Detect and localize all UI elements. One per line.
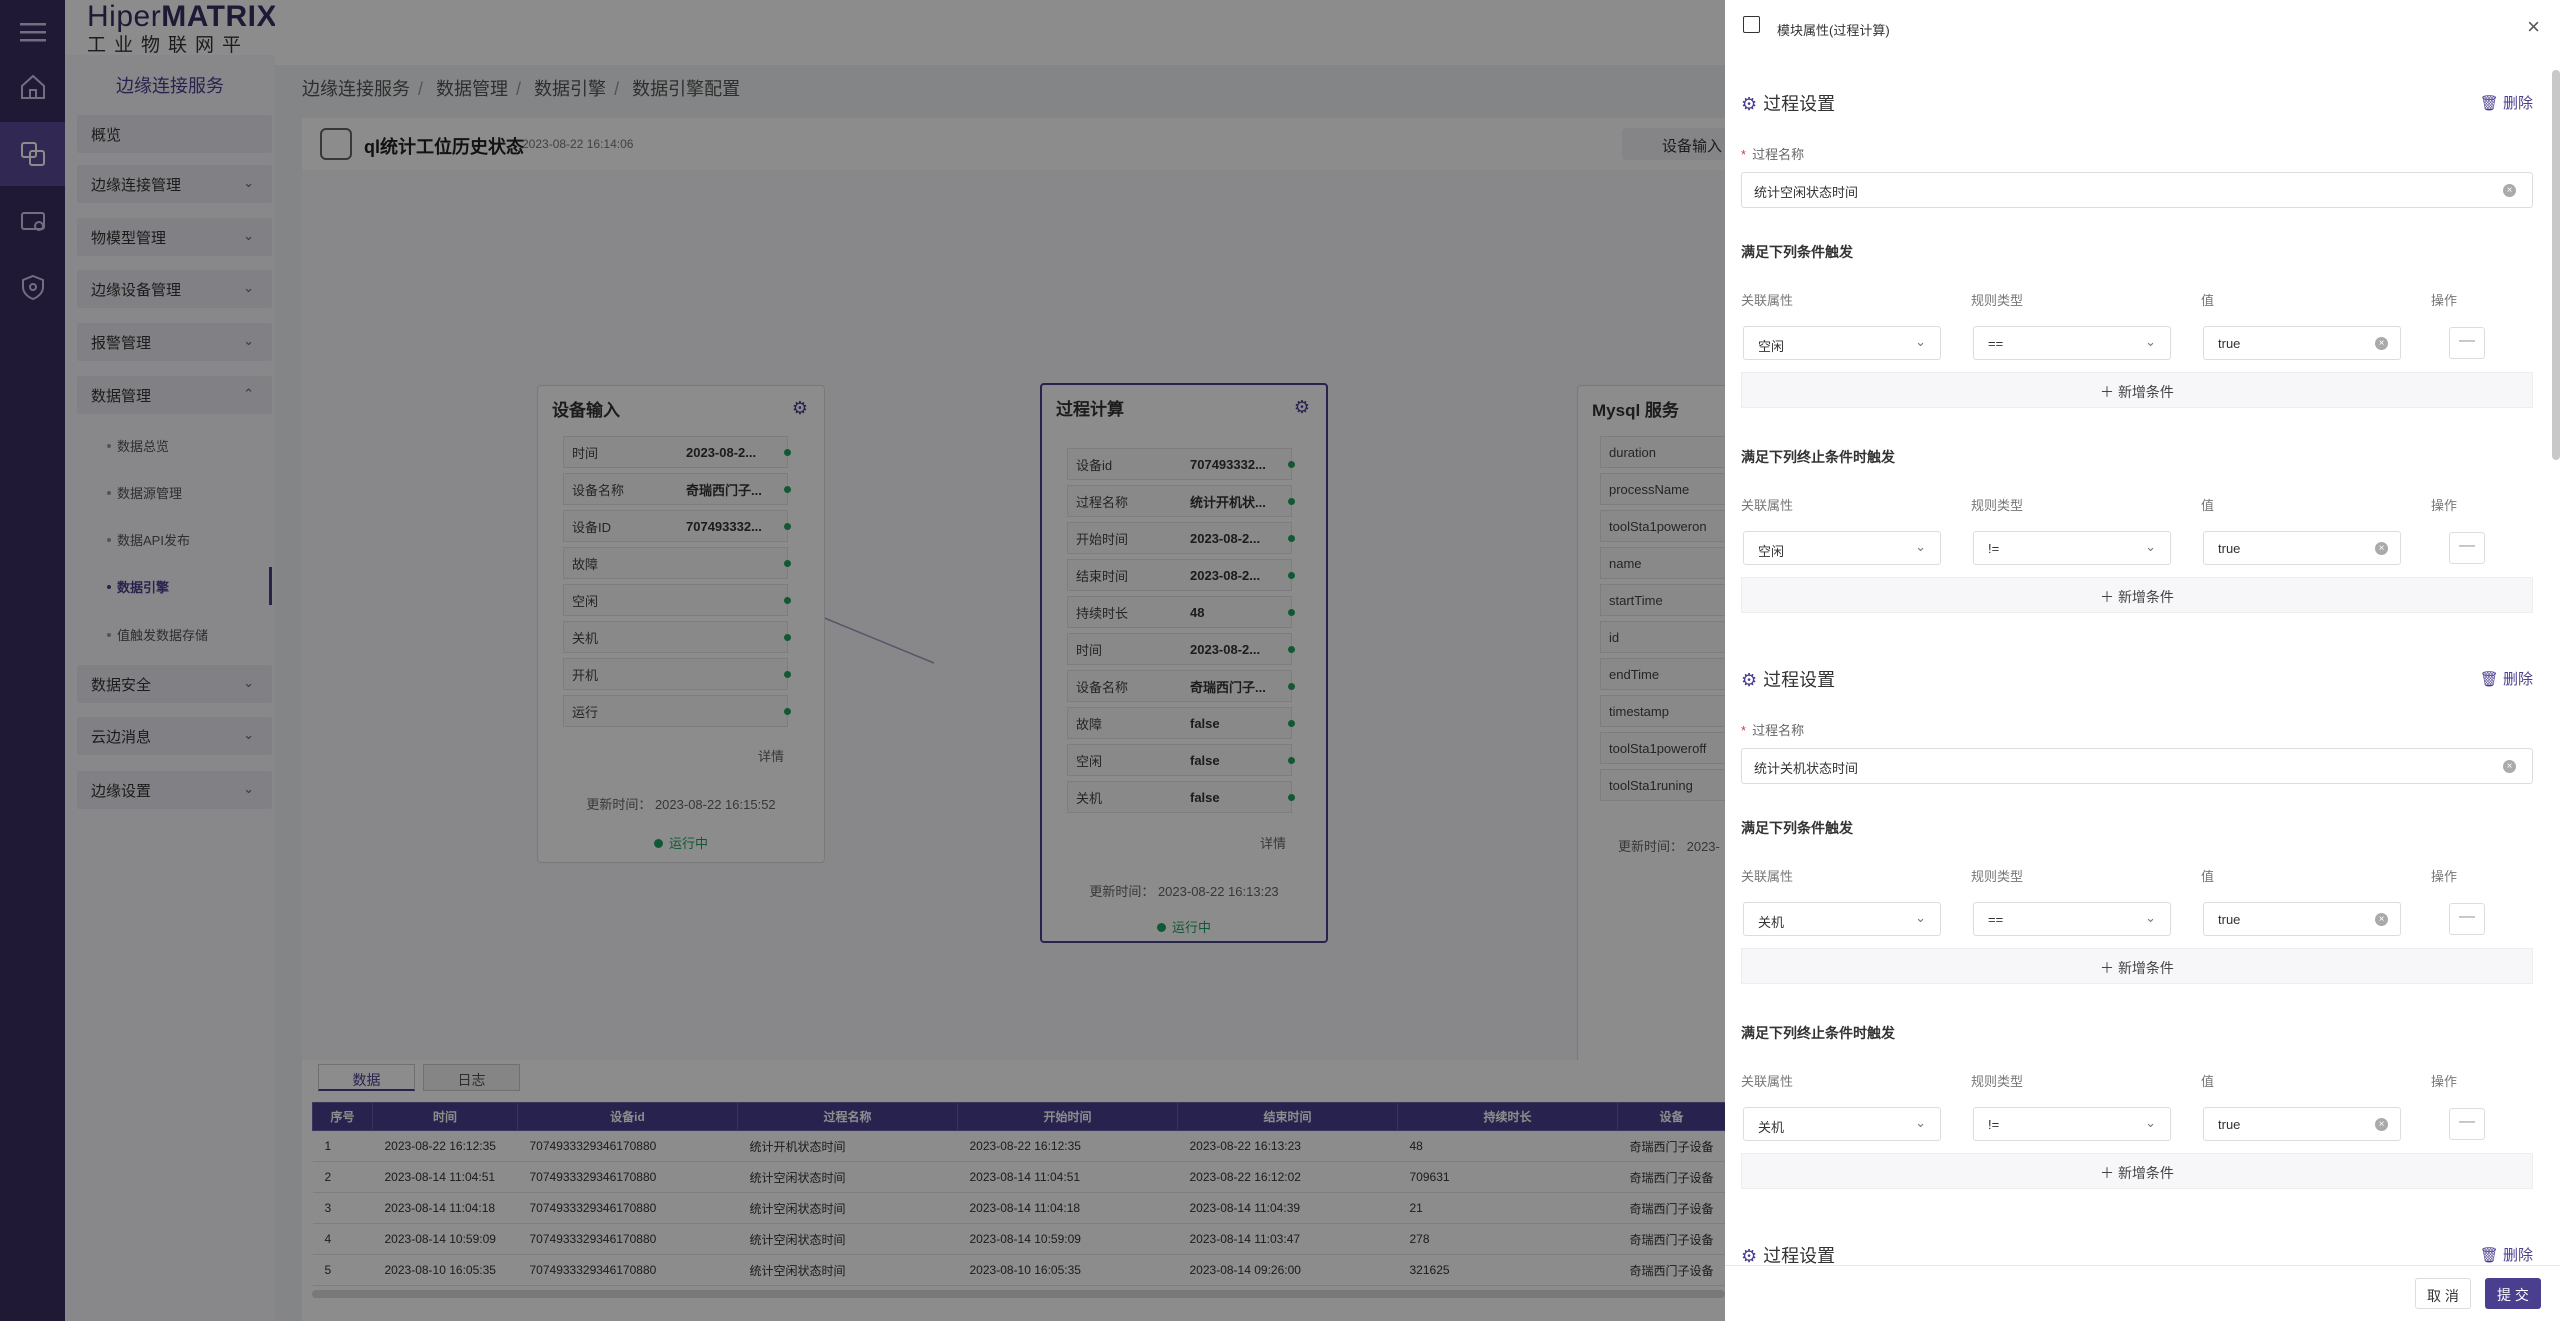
process-name-label: 过程名称 [1741, 144, 1804, 163]
attr-select[interactable]: 关机 ⌄ [1743, 1107, 1941, 1141]
remove-condition-button[interactable]: — [2449, 532, 2485, 564]
section-title: ⚙ 过程设置 [1741, 94, 1836, 114]
add-condition-button[interactable]: ＋ 新增条件 [1741, 1153, 2533, 1189]
process-section: ⚙ 过程设置 🗑 删除 [1741, 1242, 2533, 1264]
clear-icon[interactable]: × [2503, 760, 2516, 773]
remove-condition-button[interactable]: — [2449, 327, 2485, 359]
chevron-down-icon: ⌄ [1915, 334, 1926, 349]
rule-select[interactable]: == ⌄ [1973, 326, 2171, 360]
modal-overlay[interactable] [0, 0, 1725, 1321]
chevron-down-icon: ⌄ [2145, 334, 2156, 349]
process-name-input[interactable]: 统计关机状态时间 × [1741, 748, 2533, 784]
add-condition-button[interactable]: ＋ 新增条件 [1741, 372, 2533, 408]
condition-heading: 满足下列终止条件时触发 [1741, 449, 1895, 465]
gear-icon: ⚙ [1741, 1246, 1758, 1264]
add-condition-button[interactable]: ＋ 新增条件 [1741, 948, 2533, 984]
drawer-title: 模块属性(过程计算) [1777, 23, 1890, 38]
attr-select[interactable]: 空闲 ⌄ [1743, 326, 1941, 360]
chevron-down-icon: ⌄ [2145, 539, 2156, 554]
section-title: ⚙ 过程设置 [1741, 1246, 1836, 1264]
section-title: ⚙ 过程设置 [1741, 670, 1836, 690]
chevron-down-icon: ⌄ [1915, 1115, 1926, 1130]
clear-icon: × [2375, 542, 2388, 555]
condition-heading: 满足下列条件触发 [1741, 244, 1853, 260]
value-input[interactable]: true × [2203, 902, 2401, 936]
rule-select[interactable]: != ⌄ [1973, 1107, 2171, 1141]
process-name-label: 过程名称 [1741, 720, 1804, 739]
condition-heading: 满足下列终止条件时触发 [1741, 1025, 1895, 1041]
value-input[interactable]: true × [2203, 1107, 2401, 1141]
remove-condition-button[interactable]: — [2449, 903, 2485, 935]
chevron-down-icon: ⌄ [1915, 539, 1926, 554]
gear-icon: ⚙ [1741, 670, 1758, 690]
delete-button[interactable]: 🗑 删除 [2480, 92, 2533, 113]
submit-button[interactable]: 提 交 [2485, 1278, 2541, 1309]
rule-select[interactable]: == ⌄ [1973, 902, 2171, 936]
module-icon [1743, 16, 1760, 33]
value-input[interactable]: true × [2203, 531, 2401, 565]
clear-icon[interactable]: × [2503, 184, 2516, 197]
remove-condition-button[interactable]: — [2449, 1108, 2485, 1140]
value-input[interactable]: true × [2203, 326, 2401, 360]
clear-icon: × [2375, 337, 2388, 350]
attr-select[interactable]: 关机 ⌄ [1743, 902, 1941, 936]
delete-button[interactable]: 🗑 删除 [2480, 668, 2533, 689]
properties-drawer: 模块属性(过程计算) × ⚙过程设置 🗑 删除 过程名称 统计空闲状态时间× 满… [1725, 0, 2560, 1321]
clear-icon: × [2375, 1118, 2388, 1131]
chevron-down-icon: ⌄ [2145, 910, 2156, 925]
cancel-button[interactable]: 取 消 [2415, 1278, 2471, 1309]
rule-select[interactable]: != ⌄ [1973, 531, 2171, 565]
attr-select[interactable]: 空闲 ⌄ [1743, 531, 1941, 565]
vertical-scrollbar[interactable] [2552, 70, 2560, 460]
add-condition-button[interactable]: ＋ 新增条件 [1741, 577, 2533, 613]
close-icon[interactable]: × [2527, 14, 2540, 40]
chevron-down-icon: ⌄ [1915, 910, 1926, 925]
gear-icon: ⚙ [1741, 94, 1758, 114]
process-name-input[interactable]: 统计空闲状态时间 × [1741, 172, 2533, 208]
chevron-down-icon: ⌄ [2145, 1115, 2156, 1130]
clear-icon: × [2375, 913, 2388, 926]
delete-button[interactable]: 🗑 删除 [2480, 1244, 2533, 1264]
condition-heading: 满足下列条件触发 [1741, 820, 1853, 836]
